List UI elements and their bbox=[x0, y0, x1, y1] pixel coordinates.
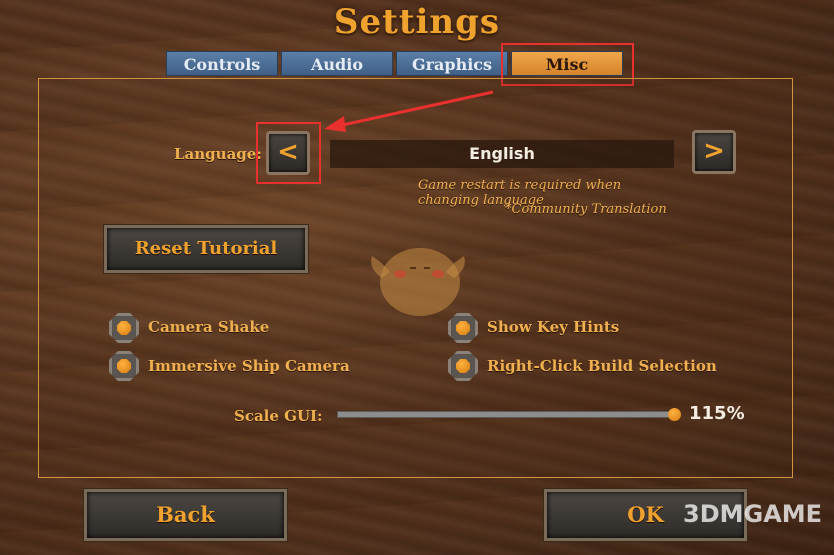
mascot-bird-icon bbox=[371, 248, 465, 316]
tab-audio[interactable]: Audio bbox=[281, 51, 393, 76]
show-key-hints-checkbox[interactable] bbox=[448, 313, 478, 343]
chevron-right-icon: > bbox=[703, 136, 725, 166]
tab-controls[interactable]: Controls bbox=[166, 51, 278, 76]
community-translation-note: *Community Translation bbox=[505, 202, 667, 217]
camera-shake-checkbox[interactable] bbox=[109, 313, 139, 343]
show-key-hints-label: Show Key Hints bbox=[487, 318, 620, 336]
immersive-ship-camera-checkbox[interactable] bbox=[109, 351, 139, 381]
scale-gui-value: 115% bbox=[689, 403, 745, 424]
scale-gui-slider[interactable] bbox=[337, 411, 675, 418]
watermark-text: 3DMGAME bbox=[683, 500, 823, 528]
scale-gui-label: Scale GUI: bbox=[234, 407, 323, 425]
right-click-build-selection-checkbox[interactable] bbox=[448, 351, 478, 381]
page-title: Settings bbox=[333, 2, 501, 42]
language-label: Language: bbox=[174, 145, 262, 163]
camera-shake-label: Camera Shake bbox=[148, 318, 270, 336]
prev-button-highlight-box bbox=[256, 122, 321, 184]
back-button[interactable]: Back bbox=[84, 489, 287, 541]
reset-tutorial-button[interactable]: Reset Tutorial bbox=[104, 225, 308, 273]
tab-graphics[interactable]: Graphics bbox=[396, 51, 508, 76]
language-next-button[interactable]: > bbox=[692, 130, 736, 174]
language-value: English bbox=[330, 140, 674, 168]
arrow-annotation-icon bbox=[324, 90, 494, 132]
right-click-build-selection-label: Right-Click Build Selection bbox=[487, 357, 717, 375]
immersive-ship-camera-label: Immersive Ship Camera bbox=[148, 357, 350, 375]
scale-gui-slider-handle[interactable] bbox=[668, 408, 681, 421]
